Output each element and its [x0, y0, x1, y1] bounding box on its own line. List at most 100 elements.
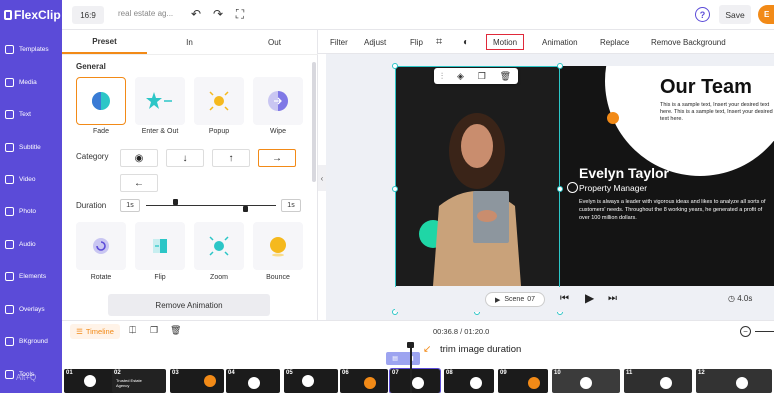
timeline-toggle-button[interactable]: ☰ Timeline [70, 324, 120, 339]
resize-handle-left[interactable] [392, 186, 398, 192]
flexclip-logo[interactable]: FlexClip [0, 0, 62, 30]
previous-scene-icon[interactable]: ⏮ [560, 293, 569, 304]
aspect-ratio-button[interactable]: 16:9 [72, 6, 104, 24]
trim-annotation: trim image duration [440, 344, 522, 355]
scene-thumbnail[interactable]: 10 [552, 369, 620, 393]
timeline-playhead[interactable] [410, 342, 412, 393]
direction-right-button[interactable]: → [258, 149, 296, 167]
export-button[interactable]: E [758, 5, 774, 24]
photo-icon [5, 206, 14, 216]
align-icon[interactable]: ⫶ [441, 71, 443, 82]
scene-thumbnail[interactable]: 02 Trusted Estate Agency [112, 369, 166, 393]
panel-scrollbar[interactable] [312, 62, 316, 182]
zoom-slider[interactable] [755, 331, 774, 332]
animation-button[interactable]: Animation [542, 30, 578, 54]
nav-photo[interactable]: Photo [0, 198, 62, 224]
trash-icon[interactable]: 🗑 [170, 325, 181, 336]
nav-subtitle[interactable]: Subtitle [0, 134, 62, 160]
resize-handle-top-right[interactable] [557, 63, 563, 69]
logo-text: FlexClip [14, 8, 61, 22]
opacity-icon[interactable]: ◐ [463, 30, 469, 54]
scene-thumbnail[interactable]: 11 [624, 369, 692, 393]
play-icon[interactable]: ▶ [585, 291, 594, 305]
duration-slider-start-thumb[interactable] [173, 199, 178, 205]
enter-out-icon [146, 92, 172, 109]
selected-image-frame[interactable] [395, 66, 560, 312]
scene-thumbnail[interactable]: 08 [444, 369, 494, 393]
layers-icon[interactable]: ◈ [457, 71, 464, 82]
collapse-panel-handle[interactable]: ‹ [318, 165, 326, 191]
resize-handle-top-left[interactable] [392, 63, 398, 69]
rotate-handle-icon[interactable] [567, 182, 578, 193]
preset-popup[interactable] [194, 77, 244, 125]
nav-templates[interactable]: Templates [0, 36, 62, 62]
scene-selector[interactable]: ▶ Scene 07 [485, 292, 545, 307]
flip-button[interactable]: Flip [410, 30, 423, 54]
tab-out[interactable]: Out [232, 30, 317, 54]
duration-start-input[interactable]: 1s [120, 199, 140, 212]
zoom-out-icon[interactable]: − [740, 326, 751, 337]
preset-fade[interactable] [76, 77, 126, 125]
nav-video[interactable]: Video [0, 166, 62, 192]
duration-end-input[interactable]: 1s [281, 199, 301, 212]
copy-icon[interactable]: ❐ [150, 325, 158, 336]
scene-thumbnail[interactable]: 12 [696, 369, 772, 393]
text-icon [5, 109, 14, 119]
scene-thumbnail[interactable]: 09 [498, 369, 548, 393]
fullscreen-icon[interactable]: ⛶ [232, 6, 248, 22]
duration-slider-end-thumb[interactable] [243, 206, 248, 212]
replace-button[interactable]: Replace [600, 30, 629, 54]
duplicate-icon[interactable]: ❐ [478, 71, 486, 82]
crop-icon[interactable]: ⌗ [436, 30, 442, 54]
resize-handle-right[interactable] [557, 186, 563, 192]
preset-rotate-label: Rotate [90, 274, 112, 281]
redo-icon[interactable]: ↷ [210, 6, 226, 22]
nav-text[interactable]: Text [0, 101, 62, 127]
scene-thumbnail[interactable]: 01 [64, 369, 118, 393]
slide-person-name: Evelyn Taylor [579, 165, 670, 181]
tab-in[interactable]: In [147, 30, 232, 54]
scene-duration[interactable]: ◷ 4.0s [728, 294, 752, 303]
preset-wipe[interactable] [253, 77, 303, 125]
scene-thumbnail[interactable]: 06 [340, 369, 388, 393]
preset-enter-out[interactable] [135, 77, 185, 125]
nav-audio[interactable]: Audio [0, 231, 62, 257]
edit-toolbar: Filter Adjust Flip ⌗ ◐ Motion Animation … [318, 30, 774, 54]
save-button[interactable]: Save [719, 5, 751, 24]
filter-button[interactable]: Filter [330, 30, 348, 54]
delete-icon[interactable]: 🗑 [500, 71, 511, 82]
nav-elements[interactable]: Elements [0, 263, 62, 289]
preset-flip[interactable] [135, 222, 185, 270]
scene-thumbnail[interactable]: 03 [170, 369, 224, 393]
motion-button[interactable]: Motion [486, 34, 525, 50]
direction-left-button[interactable]: ← [120, 174, 158, 192]
general-label: General [76, 62, 106, 71]
direction-up-button[interactable]: ↑ [212, 149, 250, 167]
help-icon[interactable]: ? [695, 7, 710, 22]
nav-overlays[interactable]: Overlays [0, 296, 62, 322]
arrow-left-icon: ← [134, 177, 144, 189]
nav-media[interactable]: Media [0, 69, 62, 95]
direction-center-button[interactable]: ◉ [120, 149, 158, 167]
scene-thumbnail[interactable]: 05 [284, 369, 338, 393]
playhead-grip[interactable] [407, 342, 414, 348]
project-name-input[interactable]: real estate ag... [118, 9, 173, 18]
preset-zoom[interactable] [194, 222, 244, 270]
arrow-right-icon: → [272, 152, 282, 164]
remove-background-button[interactable]: Remove Background [651, 30, 726, 54]
scene-thumbnail[interactable]: 04 [226, 369, 280, 393]
direction-down-button[interactable]: ↓ [166, 149, 204, 167]
tab-preset[interactable]: Preset [62, 30, 147, 54]
preset-rotate[interactable] [76, 222, 126, 270]
nav-bkground[interactable]: BKground [0, 328, 62, 354]
templates-icon [5, 44, 14, 54]
adjust-button[interactable]: Adjust [364, 30, 386, 54]
scene-thumbnail-selected[interactable]: 07 [389, 368, 441, 393]
trimmed-image-clip[interactable]: ▤ ▮ [386, 352, 420, 365]
undo-icon[interactable]: ↶ [188, 6, 204, 22]
split-icon[interactable]: ⎅ [129, 325, 136, 336]
preset-bounce[interactable] [253, 222, 303, 270]
flip-icon [153, 239, 167, 253]
remove-animation-button[interactable]: Remove Animation [108, 294, 270, 316]
next-scene-icon[interactable]: ⏭ [608, 293, 617, 304]
